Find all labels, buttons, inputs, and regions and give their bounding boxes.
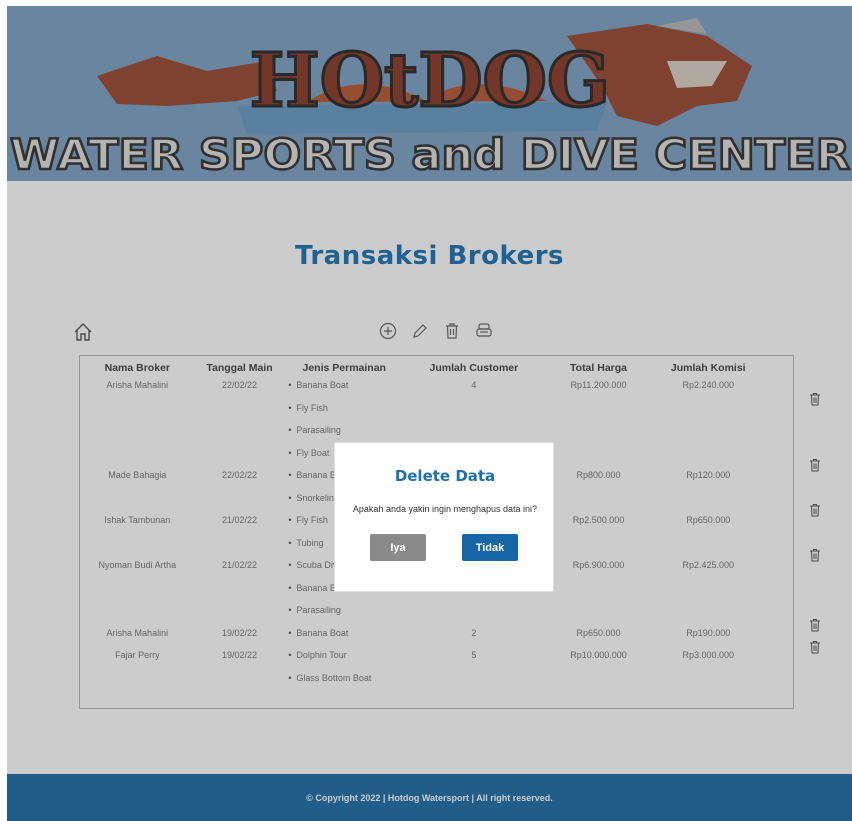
confirm-yes-button[interactable]: Iya bbox=[370, 534, 426, 561]
dialog-message: Apakah anda yakin ingin menghapus data i… bbox=[352, 504, 538, 514]
modal-backdrop[interactable] bbox=[7, 6, 852, 821]
confirm-no-button[interactable]: Tidak bbox=[462, 534, 518, 561]
app-frame: HOtDOG WATER SPORTS and DIVE CENTER Tran… bbox=[7, 6, 852, 821]
delete-confirm-dialog: Delete Data Apakah anda yakin ingin meng… bbox=[334, 442, 554, 592]
dialog-title: Delete Data bbox=[394, 467, 496, 485]
